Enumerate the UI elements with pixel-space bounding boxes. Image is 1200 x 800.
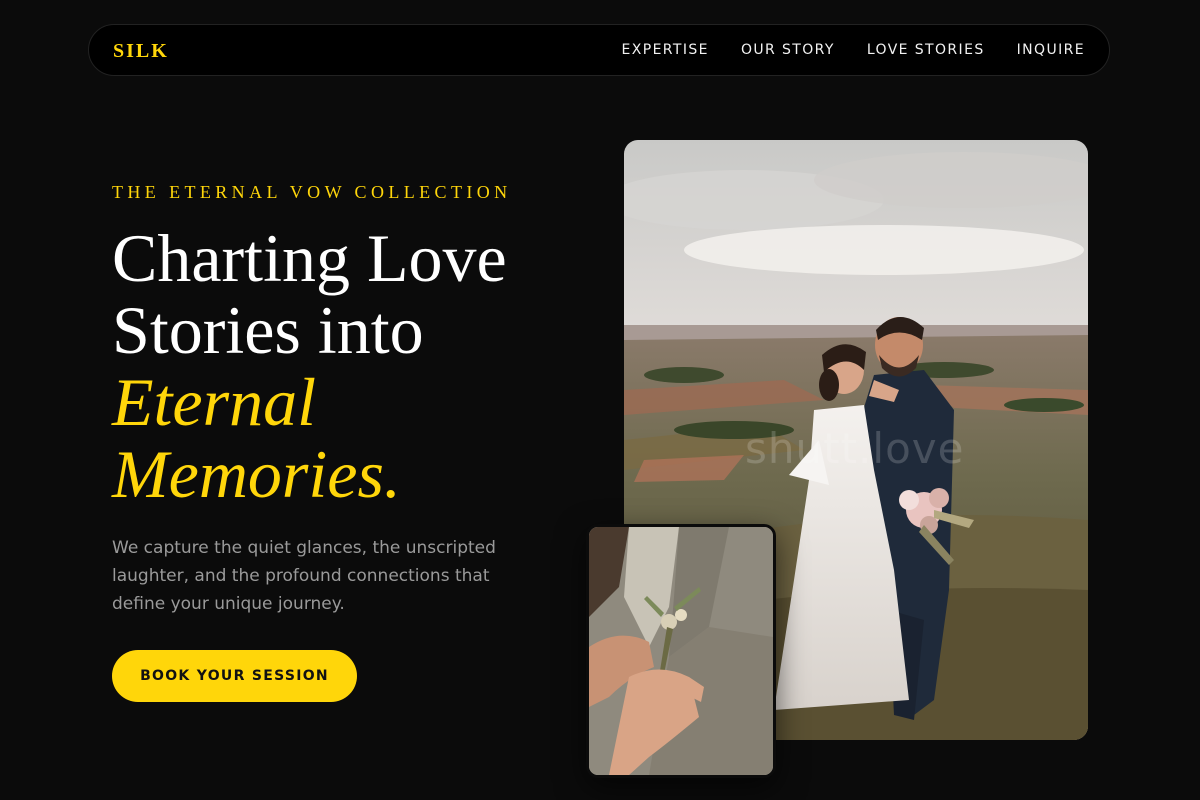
detail-boutonniere-photo xyxy=(586,524,776,778)
nav-link-love-stories[interactable]: LOVE STORIES xyxy=(867,42,985,58)
book-session-button[interactable]: BOOK YOUR SESSION xyxy=(112,650,357,702)
hero-eyebrow: THE ETERNAL VOW COLLECTION xyxy=(112,182,512,202)
headline-line-2: Stories into xyxy=(112,292,424,368)
photo-watermark: shutt.love xyxy=(745,424,965,473)
headline-line-1: Charting Love xyxy=(112,220,507,296)
hero-description: We capture the quiet glances, the unscri… xyxy=(112,538,496,614)
brand-logo[interactable]: SILK xyxy=(113,40,169,62)
nav-links: EXPERTISE OUR STORY LOVE STORIES INQUIRE xyxy=(621,42,1085,58)
headline-accent-1: Eternal xyxy=(112,364,316,440)
headline-accent-2: Memories. xyxy=(112,436,401,512)
hero-headline: Charting Love Stories into Eternal Memor… xyxy=(112,222,582,510)
nav-link-expertise[interactable]: EXPERTISE xyxy=(621,42,708,58)
navbar: SILK EXPERTISE OUR STORY LOVE STORIES IN… xyxy=(88,24,1110,76)
nav-link-inquire[interactable]: INQUIRE xyxy=(1017,42,1085,58)
boutonniere-photo-icon xyxy=(589,527,773,775)
nav-link-our-story[interactable]: OUR STORY xyxy=(741,42,835,58)
